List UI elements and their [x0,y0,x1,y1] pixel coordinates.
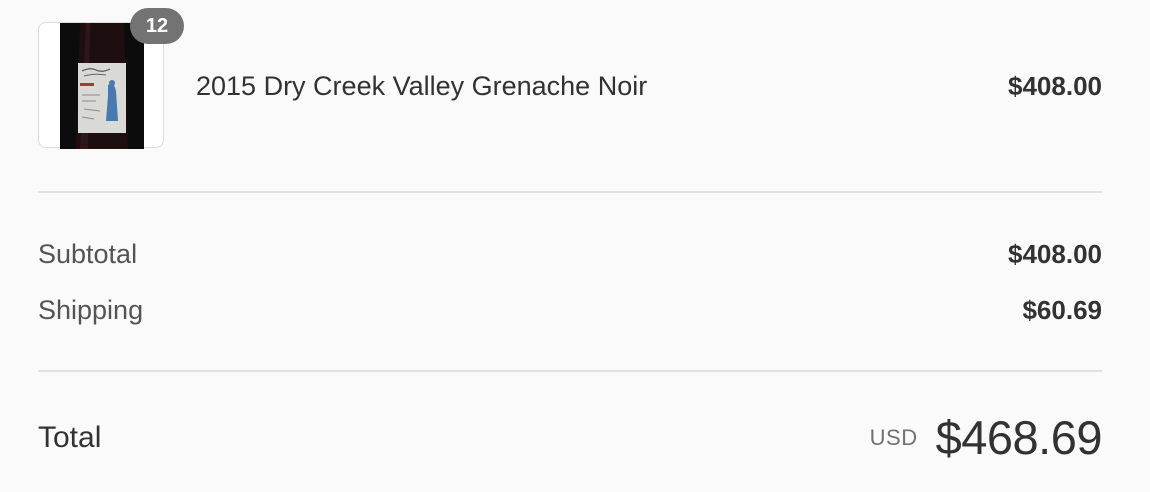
order-summary: 12 2015 Dry Creek Valley Grenache Noir $… [0,0,1150,492]
product-name: 2015 Dry Creek Valley Grenache Noir [196,71,648,101]
subtotal-value: $408.00 [1008,239,1102,269]
quantity-badge: 12 [130,8,184,44]
subtotal-label: Subtotal [38,239,138,269]
currency-code: USD [869,425,918,450]
total-price: USD $468.69 [869,410,1103,466]
divider [38,370,1102,372]
product-line-item: 12 2015 Dry Creek Valley Grenache Noir $… [38,8,1102,150]
total-amount: $468.69 [935,411,1103,464]
divider [38,191,1102,193]
total-label: Total [38,421,102,454]
shipping-label: Shipping [38,295,144,325]
total-row: Total USD $468.69 [38,410,1103,466]
shipping-row: Shipping $60.69 [38,292,1102,328]
product-price: $408.00 [1008,71,1102,101]
shipping-value: $60.69 [1022,295,1102,325]
subtotal-row: Subtotal $408.00 [38,236,1102,272]
wine-bottle-icon [60,23,144,149]
